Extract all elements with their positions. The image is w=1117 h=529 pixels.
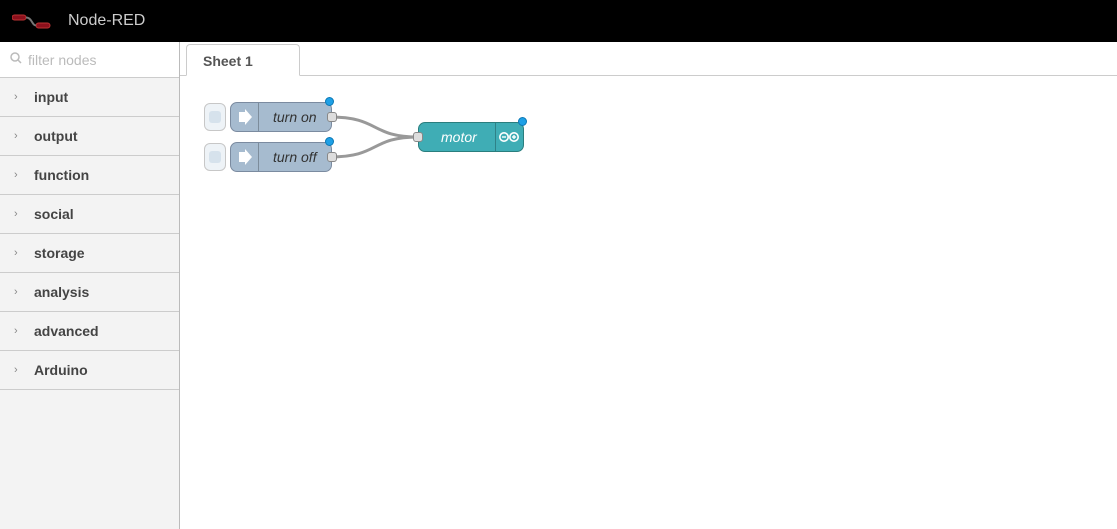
palette-category-arduino[interactable]: › Arduino — [0, 351, 179, 390]
palette-category-output[interactable]: › output — [0, 117, 179, 156]
node-label: turn off — [259, 149, 331, 165]
node-changed-dot — [518, 117, 527, 126]
palette-category-input[interactable]: › input — [0, 78, 179, 117]
palette-category-function[interactable]: › function — [0, 156, 179, 195]
inject-icon — [231, 143, 259, 171]
palette-category-advanced[interactable]: › advanced — [0, 312, 179, 351]
chevron-right-icon: › — [14, 286, 24, 298]
palette-category-analysis[interactable]: › analysis — [0, 273, 179, 312]
node-label: turn on — [259, 109, 331, 125]
node-inject-turn-off[interactable]: turn off — [204, 142, 332, 172]
inject-icon — [231, 103, 259, 131]
palette-category-storage[interactable]: › storage — [0, 234, 179, 273]
palette-category-label: function — [34, 167, 89, 183]
wire — [330, 137, 418, 157]
node-arduino-motor[interactable]: motor — [418, 122, 524, 152]
flow-canvas[interactable]: turn on turn off mot — [180, 76, 1117, 529]
inject-button[interactable] — [204, 103, 226, 131]
chevron-right-icon: › — [14, 364, 24, 376]
palette-search-row — [0, 42, 179, 78]
node-input-port[interactable] — [413, 132, 423, 142]
app-header: Node-RED — [0, 0, 1117, 42]
palette-category-label: analysis — [34, 284, 89, 300]
node-output-port[interactable] — [327, 152, 337, 162]
palette-category-label: Arduino — [34, 362, 88, 378]
node-label: motor — [419, 129, 495, 145]
app-logo — [12, 11, 54, 31]
arduino-icon — [495, 123, 523, 151]
wire — [330, 117, 418, 137]
palette-category-label: input — [34, 89, 68, 105]
node-changed-dot — [325, 97, 334, 106]
palette-category-social[interactable]: › social — [0, 195, 179, 234]
chevron-right-icon: › — [14, 91, 24, 103]
workspace: Sheet 1 turn on — [180, 42, 1117, 529]
palette-category-label: advanced — [34, 323, 99, 339]
chevron-right-icon: › — [14, 130, 24, 142]
inject-button-inner — [209, 151, 221, 163]
node-changed-dot — [325, 137, 334, 146]
workspace-tab-sheet1[interactable]: Sheet 1 — [186, 44, 300, 76]
chevron-right-icon: › — [14, 169, 24, 181]
search-icon — [10, 52, 22, 67]
node-output-port[interactable] — [327, 112, 337, 122]
inject-button[interactable] — [204, 143, 226, 171]
palette-category-label: social — [34, 206, 74, 222]
workspace-tabs: Sheet 1 — [180, 42, 1117, 76]
app-title: Node-RED — [68, 12, 145, 30]
chevron-right-icon: › — [14, 325, 24, 337]
palette-sidebar: › input › output › function › social › s… — [0, 42, 180, 529]
palette-category-label: storage — [34, 245, 85, 261]
inject-button-inner — [209, 111, 221, 123]
node-inject-turn-on[interactable]: turn on — [204, 102, 332, 132]
palette-category-label: output — [34, 128, 78, 144]
chevron-right-icon: › — [14, 208, 24, 220]
chevron-right-icon: › — [14, 247, 24, 259]
